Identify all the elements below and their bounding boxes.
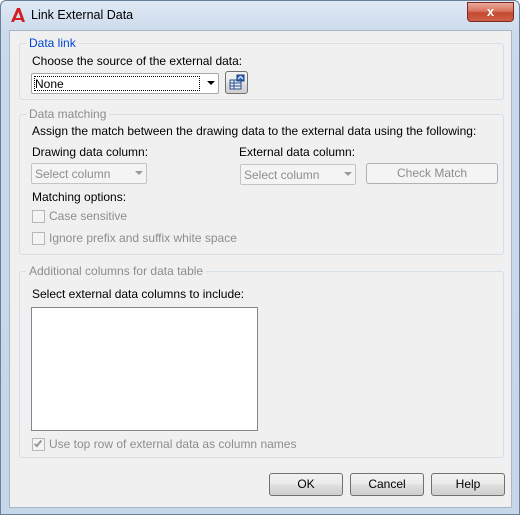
close-icon: x <box>486 4 495 19</box>
cancel-button[interactable]: Cancel <box>350 473 424 496</box>
chevron-down-icon <box>135 171 143 175</box>
data-link-manager-icon <box>229 74 245 90</box>
drawing-column-value: Select column <box>35 167 111 181</box>
drawing-column-label: Drawing data column: <box>32 145 149 159</box>
title-bar[interactable]: Link External Data x <box>1 1 519 29</box>
ignore-whitespace-checkbox[interactable] <box>32 232 45 245</box>
launch-data-link-manager-button[interactable] <box>225 71 248 94</box>
use-top-row-checkbox[interactable] <box>32 438 45 451</box>
include-columns-prompt: Select external data columns to include: <box>32 287 245 301</box>
checkmark-icon <box>33 438 43 448</box>
matching-description: Assign the match between the drawing dat… <box>32 124 477 138</box>
additional-columns-legend: Additional columns for data table <box>26 264 207 278</box>
check-match-button[interactable]: Check Match <box>366 163 498 184</box>
ignore-whitespace-label: Ignore prefix and suffix white space <box>49 231 237 245</box>
data-link-legend: Data link <box>26 36 79 50</box>
dialog-body: Data link Choose the source of the exter… <box>9 30 512 508</box>
case-sensitive-label: Case sensitive <box>49 209 128 223</box>
external-columns-list[interactable] <box>31 307 258 431</box>
chevron-down-icon <box>207 81 215 85</box>
external-column-value: Select column <box>244 168 320 182</box>
drawing-column-dropdown[interactable]: Select column <box>31 163 147 184</box>
matching-options-label: Matching options: <box>32 190 127 204</box>
chevron-down-icon <box>344 172 352 176</box>
source-prompt: Choose the source of the external data: <box>32 54 243 68</box>
data-matching-legend: Data matching <box>26 107 110 121</box>
help-button[interactable]: Help <box>431 473 505 496</box>
ok-button[interactable]: OK <box>269 473 343 496</box>
external-column-dropdown[interactable]: Select column <box>240 164 356 185</box>
source-value: None <box>35 77 64 91</box>
additional-columns-group: Additional columns for data table Select… <box>19 264 504 458</box>
use-top-row-label: Use top row of external data as column n… <box>49 437 297 451</box>
data-link-group: Data link Choose the source of the exter… <box>19 36 504 100</box>
case-sensitive-checkbox[interactable] <box>32 210 45 223</box>
link-external-data-dialog: Link External Data x Data link Choose th… <box>0 0 520 515</box>
window-title: Link External Data <box>31 8 134 22</box>
autocad-logo-icon <box>11 8 25 22</box>
close-button[interactable]: x <box>467 2 514 22</box>
source-dropdown[interactable]: None <box>31 73 219 94</box>
data-matching-group: Data matching Assign the match between t… <box>19 107 504 255</box>
external-column-label: External data column: <box>239 145 356 159</box>
